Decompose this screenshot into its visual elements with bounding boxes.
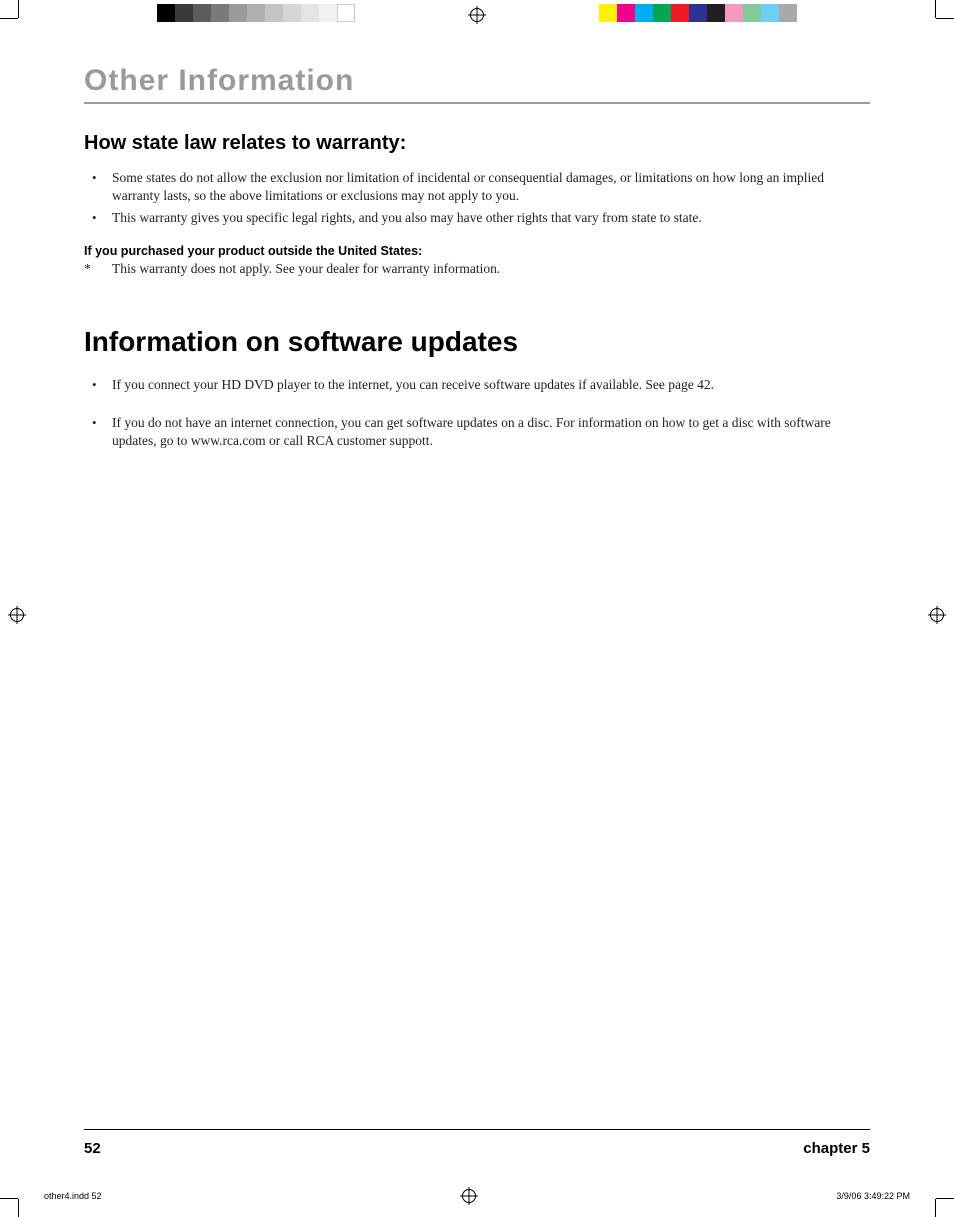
swatch	[653, 4, 671, 22]
print-registration-top	[0, 0, 954, 28]
swatch	[689, 4, 707, 22]
updates-bullet-list: If you connect your HD DVD player to the…	[84, 376, 870, 471]
swatch	[211, 4, 229, 22]
list-item: Some states do not allow the exclusion n…	[84, 169, 870, 205]
section-title: Other Information	[84, 64, 870, 104]
swatch	[761, 4, 779, 22]
swatch	[743, 4, 761, 22]
list-item: If you do not have an internet connectio…	[84, 414, 870, 450]
swatch	[283, 4, 301, 22]
crop-mark-bottom-right	[924, 1187, 954, 1217]
swatch	[707, 4, 725, 22]
list-item: This warranty gives you specific legal r…	[84, 209, 870, 227]
swatch	[193, 4, 211, 22]
swatch	[617, 4, 635, 22]
process-colorbar	[599, 4, 797, 22]
registration-mark-left	[8, 606, 26, 624]
swatch	[319, 4, 337, 22]
chapter-label: chapter 5	[803, 1140, 870, 1157]
swatch	[157, 4, 175, 22]
outside-us-note: This warranty does not apply. See your d…	[84, 260, 870, 278]
swatch	[779, 4, 797, 22]
crop-mark-bottom-left	[0, 1187, 30, 1217]
swatch	[599, 4, 617, 22]
swatch	[635, 4, 653, 22]
grayscale-colorbar	[157, 4, 355, 22]
updates-heading: Information on software updates	[84, 326, 870, 358]
swatch	[175, 4, 193, 22]
page-footer: 52 chapter 5	[84, 1129, 870, 1157]
swatch	[301, 4, 319, 22]
print-registration-bottom	[0, 1189, 954, 1217]
crop-mark-top-right	[924, 0, 954, 30]
warranty-bullet-list: Some states do not allow the exclusion n…	[84, 169, 870, 232]
page-number: 52	[84, 1140, 101, 1157]
swatch	[229, 4, 247, 22]
crop-mark-top-left	[0, 0, 30, 30]
list-item: If you connect your HD DVD player to the…	[84, 376, 870, 394]
swatch	[337, 4, 355, 22]
swatch	[265, 4, 283, 22]
warranty-heading: How state law relates to warranty:	[84, 132, 870, 155]
registration-mark-right	[928, 606, 946, 624]
registration-mark-top	[468, 6, 486, 24]
swatch	[725, 4, 743, 22]
outside-us-label: If you purchased your product outside th…	[84, 244, 870, 258]
swatch	[247, 4, 265, 22]
page-content: Other Information How state law relates …	[30, 28, 924, 1177]
swatch	[671, 4, 689, 22]
